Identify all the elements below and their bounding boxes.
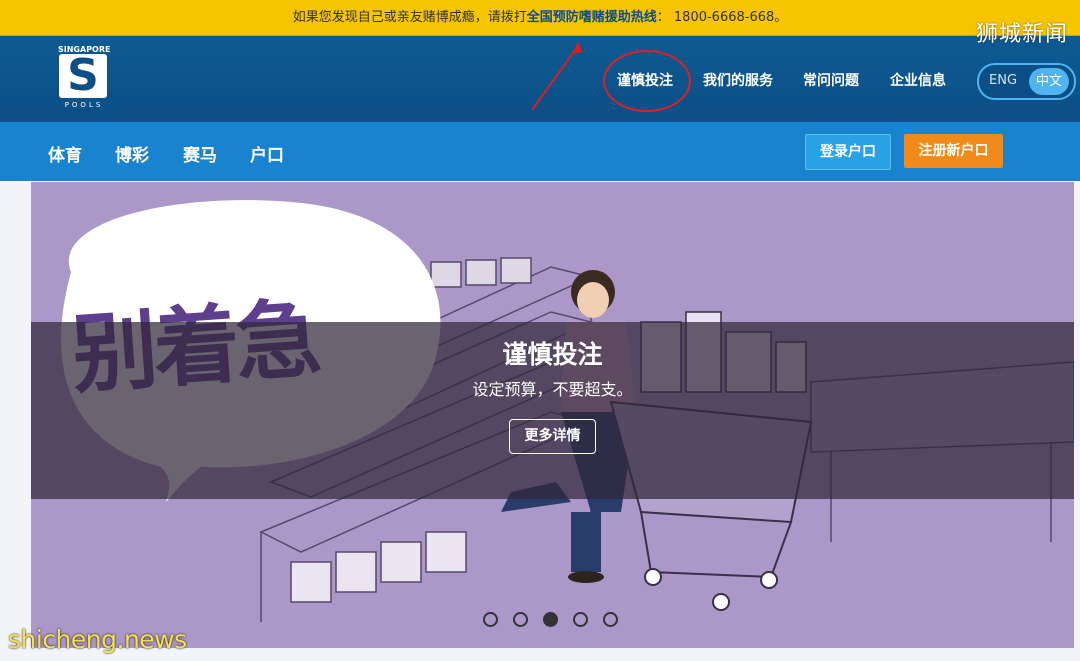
hero-title: 谨慎投注 bbox=[502, 340, 603, 369]
subnav-horse-racing[interactable]: 赛马 bbox=[183, 141, 217, 166]
watermark-top: 狮城新闻 bbox=[975, 22, 1068, 47]
login-button[interactable]: 登录户口 bbox=[805, 134, 891, 170]
nav-responsible-gambling[interactable]: 谨慎投注 bbox=[617, 70, 673, 90]
logo-letter: S bbox=[67, 50, 99, 101]
subnav-sports[interactable]: 体育 bbox=[48, 141, 82, 166]
nav-corporate-info[interactable]: 企业信息 bbox=[890, 70, 946, 90]
subnav-account[interactable]: 户口 bbox=[250, 141, 284, 166]
register-button[interactable]: 注册新户口 bbox=[904, 134, 1003, 168]
notice-text-after: ： 1800-6668-668。 bbox=[656, 10, 788, 25]
carousel-dots bbox=[483, 612, 623, 632]
nav-faq[interactable]: 常问问题 bbox=[803, 70, 859, 90]
hotline-link[interactable]: 全国预防嗜赌援助热线 bbox=[527, 10, 657, 25]
carousel-dot-1[interactable] bbox=[483, 612, 498, 627]
language-toggle[interactable]: ENG 中文 bbox=[977, 63, 1076, 100]
red-arrow-annotation bbox=[531, 42, 583, 111]
notice-bar: 如果您发现自己或亲友赌博成瘾，请拨打全国预防嗜赌援助热线： 1800-6668-… bbox=[0, 0, 1080, 36]
lang-eng-option[interactable]: ENG bbox=[989, 73, 1017, 88]
hero-banner: 别着急 谨慎投注 设定预算，不要超支。 更多详情 bbox=[31, 182, 1074, 648]
hero-subtitle: 设定预算，不要超支。 bbox=[472, 380, 633, 399]
carousel-dot-2[interactable] bbox=[513, 612, 528, 627]
nav-our-services[interactable]: 我们的服务 bbox=[703, 70, 773, 90]
notice-text-before: 如果您发现自己或亲友赌博成瘾，请拨打 bbox=[292, 10, 527, 25]
subnav-lottery[interactable]: 博彩 bbox=[115, 141, 149, 166]
notice-text: 如果您发现自己或亲友赌博成瘾，请拨打全国预防嗜赌援助热线： 1800-6668-… bbox=[0, 0, 1080, 35]
lang-zh-option[interactable]: 中文 bbox=[1029, 68, 1069, 95]
carousel-dot-3[interactable] bbox=[543, 612, 558, 627]
more-details-button[interactable]: 更多详情 bbox=[509, 419, 596, 454]
carousel-dot-4[interactable] bbox=[573, 612, 588, 627]
carousel-dot-5[interactable] bbox=[603, 612, 618, 627]
watermark-bottom: shicheng.news bbox=[8, 625, 187, 654]
logo-badge: S bbox=[59, 50, 107, 101]
singapore-pools-logo[interactable]: SINGAPORE S POOLS bbox=[58, 45, 110, 111]
logo-bottom-text: POOLS bbox=[64, 101, 104, 109]
